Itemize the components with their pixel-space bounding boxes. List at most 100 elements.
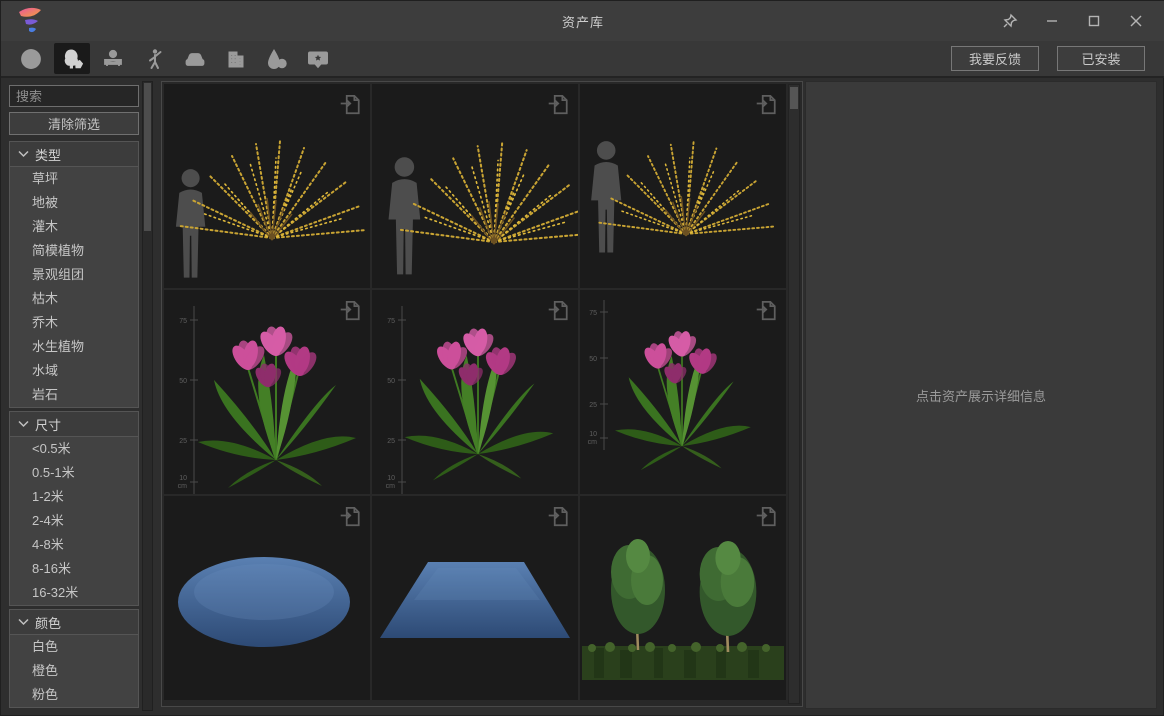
svg-text:25: 25 bbox=[589, 402, 597, 409]
details-placeholder-text: 点击资产展示详细信息 bbox=[916, 386, 1046, 405]
person-icon bbox=[142, 47, 166, 71]
import-icon[interactable] bbox=[754, 298, 778, 322]
grid-scrollbar-thumb[interactable] bbox=[790, 87, 798, 109]
tab-primitives[interactable] bbox=[259, 43, 295, 74]
import-icon[interactable] bbox=[338, 504, 362, 528]
installed-button[interactable]: 已安装 bbox=[1057, 46, 1145, 71]
filter-section-header[interactable]: 类型 bbox=[10, 142, 138, 167]
svg-text:25: 25 bbox=[179, 438, 187, 445]
chevron-down-icon bbox=[18, 618, 29, 626]
car-icon bbox=[183, 47, 207, 71]
filter-section-header[interactable]: 尺寸 bbox=[10, 412, 138, 437]
filter-item[interactable]: 灌木 bbox=[10, 215, 138, 239]
search-input[interactable] bbox=[9, 85, 139, 107]
svg-text:10: 10 bbox=[589, 431, 597, 438]
asset-library-window: { "window": { "title": "资产库" }, "toolbar… bbox=[0, 0, 1164, 716]
tab-buildings[interactable] bbox=[218, 43, 254, 74]
asset-tile-flower-3[interactable]: 75 50 25 10 cm bbox=[580, 290, 786, 494]
tab-vehicles[interactable] bbox=[177, 43, 213, 74]
tab-decals[interactable] bbox=[300, 43, 336, 74]
filter-item[interactable]: 粉色 bbox=[10, 683, 138, 707]
filter-item[interactable]: 橙色 bbox=[10, 659, 138, 683]
svg-text:10: 10 bbox=[179, 475, 187, 482]
section-label: 类型 bbox=[35, 145, 61, 164]
svg-text:50: 50 bbox=[589, 356, 597, 363]
import-icon[interactable] bbox=[546, 504, 570, 528]
asset-tile-tree-pair[interactable] bbox=[580, 496, 786, 700]
tab-people[interactable] bbox=[136, 43, 172, 74]
asset-tile-water-ellipse[interactable] bbox=[164, 496, 370, 700]
svg-text:50: 50 bbox=[387, 378, 395, 385]
clear-filter-button[interactable]: 清除筛选 bbox=[9, 112, 139, 135]
globe-icon bbox=[19, 47, 43, 71]
import-icon[interactable] bbox=[546, 298, 570, 322]
filter-item[interactable]: 岩石 bbox=[10, 383, 138, 407]
filter-sidebar: 清除筛选 类型 草坪 地被 灌木 简模植物 景观组团 枯木 乔木 水生植物 水域… bbox=[9, 85, 139, 711]
svg-text:75: 75 bbox=[589, 310, 597, 317]
asset-tile-forsythia-1[interactable] bbox=[164, 84, 370, 288]
asset-tile-flower-2[interactable]: 75 50 25 10 cm bbox=[372, 290, 578, 494]
decal-icon bbox=[306, 47, 330, 71]
close-icon[interactable] bbox=[1119, 6, 1153, 36]
filter-item[interactable]: 白色 bbox=[10, 635, 138, 659]
details-panel: 点击资产展示详细信息 bbox=[805, 81, 1157, 709]
filter-item[interactable]: 乔木 bbox=[10, 311, 138, 335]
category-toolbar: 我要反馈 已安装 bbox=[1, 41, 1164, 78]
svg-text:cm: cm bbox=[386, 483, 396, 490]
chevron-down-icon bbox=[18, 420, 29, 428]
furniture-icon bbox=[101, 47, 125, 71]
asset-grid: 75 50 25 10 cm 75 50 25 10 cm bbox=[161, 81, 803, 707]
svg-text:cm: cm bbox=[588, 439, 598, 446]
maximize-icon[interactable] bbox=[1077, 6, 1111, 36]
filter-section-color: 颜色 白色 橙色 粉色 bbox=[9, 609, 139, 708]
filter-item[interactable]: 枯木 bbox=[10, 287, 138, 311]
primitives-icon bbox=[265, 47, 289, 71]
tab-world[interactable] bbox=[13, 43, 49, 74]
minimize-icon[interactable] bbox=[1035, 6, 1069, 36]
tab-furniture[interactable] bbox=[95, 43, 131, 74]
feedback-button[interactable]: 我要反馈 bbox=[951, 46, 1039, 71]
building-icon bbox=[224, 47, 248, 71]
asset-tile-forsythia-2[interactable] bbox=[372, 84, 578, 288]
svg-text:75: 75 bbox=[179, 318, 187, 325]
filter-item[interactable]: 水生植物 bbox=[10, 335, 138, 359]
import-icon[interactable] bbox=[338, 92, 362, 116]
sidebar-scrollbar bbox=[142, 81, 153, 711]
filter-section-type: 类型 草坪 地被 灌木 简模植物 景观组团 枯木 乔木 水生植物 水域 岩石 bbox=[9, 141, 139, 408]
filter-item[interactable]: 0.5-1米 bbox=[10, 461, 138, 485]
window-title: 资产库 bbox=[1, 1, 1164, 41]
filter-item[interactable]: 地被 bbox=[10, 191, 138, 215]
filter-item[interactable]: 景观组团 bbox=[10, 263, 138, 287]
filter-item[interactable]: 草坪 bbox=[10, 167, 138, 191]
import-icon[interactable] bbox=[754, 504, 778, 528]
svg-text:cm: cm bbox=[178, 483, 188, 490]
filter-item[interactable]: 简模植物 bbox=[10, 239, 138, 263]
import-icon[interactable] bbox=[338, 298, 362, 322]
import-icon[interactable] bbox=[754, 92, 778, 116]
tree-icon bbox=[60, 47, 84, 71]
filter-item[interactable]: 16-32米 bbox=[10, 581, 138, 605]
grid-scrollbar bbox=[788, 84, 800, 704]
asset-tile-flower-1[interactable]: 75 50 25 10 cm bbox=[164, 290, 370, 494]
filter-section-header[interactable]: 颜色 bbox=[10, 610, 138, 635]
asset-tile-water-plane[interactable] bbox=[372, 496, 578, 700]
filter-item[interactable]: 8-16米 bbox=[10, 557, 138, 581]
filter-item[interactable]: 水域 bbox=[10, 359, 138, 383]
pin-icon[interactable] bbox=[993, 6, 1027, 36]
filter-item[interactable]: 1-2米 bbox=[10, 485, 138, 509]
filter-item[interactable]: 4-8米 bbox=[10, 533, 138, 557]
tab-plants[interactable] bbox=[54, 43, 90, 74]
filter-section-size: 尺寸 <0.5米 0.5-1米 1-2米 2-4米 4-8米 8-16米 16-… bbox=[9, 411, 139, 606]
svg-text:50: 50 bbox=[179, 378, 187, 385]
filter-item[interactable]: 2-4米 bbox=[10, 509, 138, 533]
filter-item[interactable]: <0.5米 bbox=[10, 437, 138, 461]
section-label: 尺寸 bbox=[35, 415, 61, 434]
asset-tile-forsythia-3[interactable] bbox=[580, 84, 786, 288]
sidebar-scrollbar-thumb[interactable] bbox=[144, 83, 151, 231]
import-icon[interactable] bbox=[546, 92, 570, 116]
section-label: 颜色 bbox=[35, 613, 61, 632]
svg-text:25: 25 bbox=[387, 438, 395, 445]
svg-text:75: 75 bbox=[387, 318, 395, 325]
svg-text:10: 10 bbox=[387, 475, 395, 482]
titlebar: 资产库 bbox=[1, 1, 1164, 41]
